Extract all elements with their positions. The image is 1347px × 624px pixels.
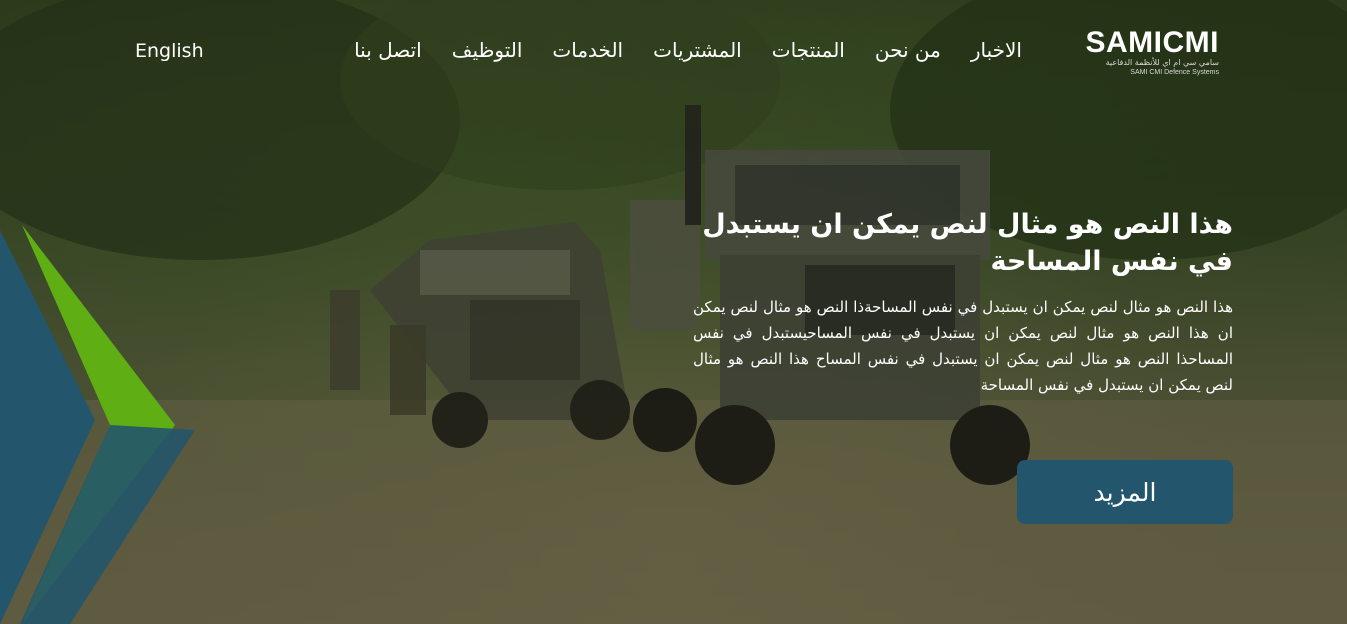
logo-subtitle-en: SAMI CMI Defence Systems xyxy=(1130,69,1219,76)
language-switch-link[interactable]: English xyxy=(135,40,204,62)
decorative-chevron xyxy=(0,225,195,624)
nav-item-procurement[interactable]: المشتريات xyxy=(653,38,742,62)
hero-description: هذا النص هو مثال لنص يمكن ان يستبدل في ن… xyxy=(693,298,1233,394)
more-button[interactable]: المزيد xyxy=(1017,460,1233,524)
logo-text: SAMICMI xyxy=(1085,26,1219,59)
hero-title: هذا النص هو مثال لنص يمكن ان يستبدل في ن… xyxy=(702,209,1233,277)
brand-logo[interactable]: SAMICMI سامي سي ام اي للأنظمة الدفاعية S… xyxy=(1079,26,1220,86)
nav-item-news[interactable]: الاخبار xyxy=(971,38,1022,62)
nav-item-products[interactable]: المنتجات xyxy=(772,38,845,62)
hero-content: هذا النص هو مثال لنص يمكن ان يستبدل في ن… xyxy=(693,206,1233,398)
nav-item-careers[interactable]: التوظيف xyxy=(452,38,523,62)
main-nav: الاخبار من نحن المنتجات المشتريات الخدما… xyxy=(354,38,1022,62)
nav-item-about[interactable]: من نحن xyxy=(875,38,941,62)
nav-item-services[interactable]: الخدمات xyxy=(552,38,623,62)
logo-subtitle-ar: سامي سي ام اي للأنظمة الدفاعية xyxy=(1105,58,1219,67)
nav-item-contact[interactable]: اتصل بنا xyxy=(354,38,422,62)
